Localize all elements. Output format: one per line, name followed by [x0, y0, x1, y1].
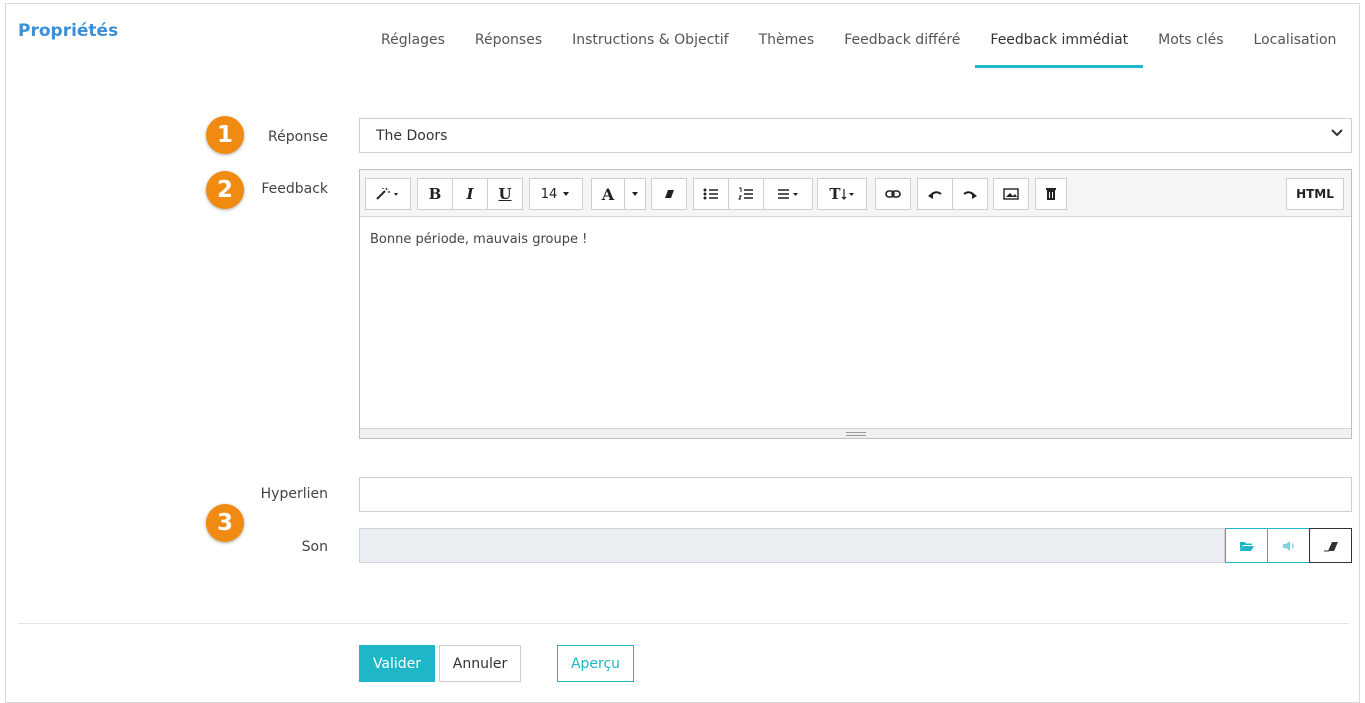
- response-label: Réponse: [268, 129, 328, 145]
- sound-field: [359, 528, 1225, 563]
- step-badge-3: 3: [206, 504, 244, 542]
- undo-icon[interactable]: [917, 178, 953, 210]
- editor-toolbar: B I U 14 A T HTML: [360, 170, 1351, 217]
- eraser-icon[interactable]: [651, 178, 687, 210]
- image-icon[interactable]: [993, 178, 1029, 210]
- tab-themes[interactable]: Thèmes: [744, 22, 830, 68]
- magic-wand-icon[interactable]: [365, 178, 411, 210]
- trash-icon[interactable]: [1035, 178, 1067, 210]
- panel-title: Propriétés: [18, 21, 119, 41]
- footer-divider: [18, 623, 1349, 624]
- volume-icon[interactable]: [1267, 528, 1310, 563]
- font-color-dropdown[interactable]: [624, 178, 646, 210]
- tab-bar: Réglages Réponses Instructions & Objecti…: [366, 22, 1351, 68]
- feedback-editor: B I U 14 A T HTML Bonne période, mauvais…: [359, 169, 1352, 439]
- tab-keywords[interactable]: Mots clés: [1143, 22, 1238, 68]
- underline-button[interactable]: U: [487, 178, 523, 210]
- feedback-text-area[interactable]: Bonne période, mauvais groupe !: [360, 218, 1351, 428]
- font-color-button[interactable]: A: [591, 178, 625, 210]
- hyperlink-input[interactable]: [359, 477, 1352, 512]
- validate-button[interactable]: Valider: [359, 645, 435, 682]
- italic-button[interactable]: I: [452, 178, 488, 210]
- html-view-button[interactable]: HTML: [1286, 178, 1344, 210]
- editor-resize-handle[interactable]: [360, 428, 1351, 438]
- properties-panel: Propriétés Réglages Réponses Instruction…: [5, 3, 1360, 703]
- response-select-value: The Doors: [376, 128, 448, 144]
- font-size-value: 14: [540, 186, 558, 202]
- font-size-dropdown[interactable]: 14: [529, 178, 583, 210]
- tab-settings[interactable]: Réglages: [366, 22, 460, 68]
- sound-label: Son: [301, 539, 328, 555]
- bulleted-list-icon[interactable]: [693, 178, 729, 210]
- align-dropdown[interactable]: [763, 178, 813, 210]
- tab-localization[interactable]: Localisation: [1239, 22, 1352, 68]
- tab-deferred-feedback[interactable]: Feedback différé: [829, 22, 975, 68]
- feedback-label: Feedback: [261, 181, 328, 197]
- tab-immediate-feedback[interactable]: Feedback immédiat: [975, 22, 1144, 68]
- eraser-clear-icon[interactable]: [1309, 528, 1352, 563]
- numbered-list-icon[interactable]: [728, 178, 764, 210]
- tab-responses[interactable]: Réponses: [460, 22, 557, 68]
- hyperlink-label: Hyperlien: [260, 486, 328, 502]
- text-height-dropdown[interactable]: T: [817, 178, 867, 210]
- tab-instructions[interactable]: Instructions & Objectif: [557, 22, 743, 68]
- chevron-down-icon: [1331, 127, 1343, 142]
- text-height-label: T: [829, 185, 841, 203]
- bold-button[interactable]: B: [417, 178, 453, 210]
- response-select[interactable]: The Doors: [359, 118, 1352, 153]
- preview-button[interactable]: Aperçu: [557, 645, 634, 682]
- cancel-button[interactable]: Annuler: [439, 645, 521, 682]
- folder-open-icon[interactable]: [1225, 528, 1268, 563]
- redo-icon[interactable]: [952, 178, 988, 210]
- link-icon[interactable]: [875, 178, 911, 210]
